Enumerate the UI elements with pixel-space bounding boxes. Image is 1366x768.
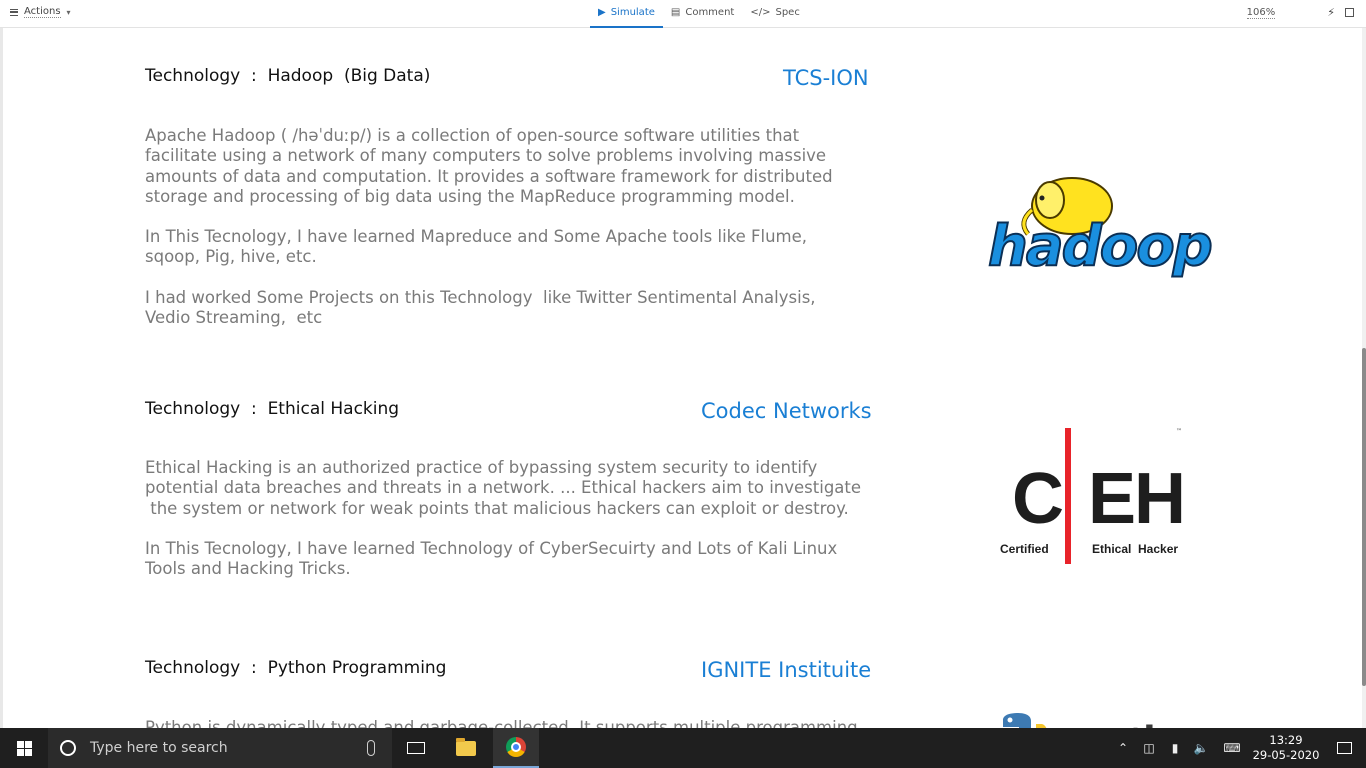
vertical-scrollbar[interactable] (1362, 28, 1366, 728)
ceh-tm: ™ (1176, 428, 1182, 435)
ceh-caption-ethical-hacker: Ethical Hacker (1092, 542, 1179, 556)
python-logo (1002, 713, 1047, 728)
start-button[interactable] (0, 728, 48, 768)
ceh-letter-h: H (1134, 459, 1186, 539)
task-view-button[interactable] (393, 728, 439, 768)
python-logo-block: python (988, 711, 1238, 728)
zoom-level[interactable]: 106% (1246, 7, 1276, 19)
windows-taskbar: Type here to search ⌃ ◫ ▮ 🔈 ⌨ 13:29 29-0… (0, 728, 1366, 768)
lightning-icon[interactable]: ⚡ (1327, 6, 1335, 19)
ceh-letter-e: E (1088, 459, 1137, 539)
task-view-icon (407, 742, 425, 754)
toolbar-right: 106% ⚡ (1246, 6, 1354, 19)
tab-comment-label: Comment (685, 7, 735, 18)
code-icon: </> (750, 7, 771, 18)
chevron-up-icon[interactable]: ⌃ (1110, 741, 1136, 755)
actions-menu[interactable]: Actions ▾ (10, 6, 71, 18)
volume-icon[interactable]: 🔈 (1188, 741, 1214, 755)
prototype-canvas: Technology : Hadoop (Big Data) TCS-ION A… (0, 28, 1362, 728)
python-wordmark: python (1074, 715, 1227, 728)
network-icon[interactable]: ◫ (1136, 741, 1162, 755)
cortana-icon (60, 740, 76, 756)
hadoop-description: Apache Hadoop ( /həˈduːp/) is a collecti… (145, 126, 833, 206)
tab-simulate[interactable]: ▶ Simulate (590, 0, 663, 28)
chevron-down-icon: ▾ (66, 7, 71, 17)
chrome-icon (506, 737, 526, 757)
action-center-button[interactable] (1322, 728, 1366, 768)
clock[interactable]: 13:29 29-05-2020 (1250, 733, 1322, 763)
mode-tabs: ▶ Simulate ▤ Comment </> Spec (590, 0, 808, 28)
tab-spec[interactable]: </> Spec (742, 0, 808, 28)
scrollbar-thumb[interactable] (1362, 348, 1366, 686)
keyboard-icon[interactable]: ⌨ (1214, 741, 1250, 755)
folder-icon (456, 737, 476, 756)
hadoop-logo: hadoop (987, 170, 1228, 282)
windows-icon (16, 740, 32, 756)
microphone-icon[interactable] (367, 740, 375, 756)
actions-label: Actions (24, 6, 61, 18)
org-codec-networks: Codec Networks (701, 399, 872, 423)
system-tray: ⌃ ◫ ▮ 🔈 ⌨ 13:29 29-05-2020 (1110, 728, 1366, 768)
notification-icon (1336, 742, 1352, 754)
taskbar-search-box[interactable]: Type here to search (48, 728, 392, 768)
section-title-python: Technology : Python Programming (145, 658, 447, 678)
hadoop-learned: In This Tecnology, I have learned Mapred… (145, 227, 808, 267)
battery-icon[interactable]: ▮ (1162, 741, 1188, 755)
clock-date: 29-05-2020 (1252, 748, 1320, 762)
hacking-learned: In This Tecnology, I have learned Techno… (145, 539, 838, 579)
tab-spec-label: Spec (775, 7, 800, 18)
ceh-letter-c: C (1012, 459, 1064, 539)
python-description: Python is dynamically typed and garbage-… (145, 718, 858, 728)
search-placeholder: Type here to search (90, 740, 228, 756)
ceh-red-bar (1065, 428, 1071, 564)
fullscreen-icon[interactable] (1345, 8, 1354, 17)
hadoop-projects: I had worked Some Projects on this Techn… (145, 288, 816, 328)
section-title-hadoop: Technology : Hadoop (Big Data) (145, 66, 431, 86)
clock-time: 13:29 (1269, 733, 1303, 747)
org-tcs-ion: TCS-ION (783, 66, 869, 90)
tab-comment[interactable]: ▤ Comment (663, 0, 742, 28)
hacking-description: Ethical Hacking is an authorized practic… (145, 458, 862, 518)
chrome-button[interactable] (493, 728, 539, 768)
play-icon: ▶ (598, 7, 606, 18)
file-explorer-button[interactable] (443, 728, 489, 768)
comment-icon: ▤ (670, 7, 681, 18)
ceh-caption-certified: Certified (1000, 542, 1049, 556)
hadoop-wordmark: hadoop (987, 213, 1214, 280)
hamburger-icon (10, 8, 18, 16)
tab-simulate-label: Simulate (610, 7, 655, 18)
top-toolbar: Actions ▾ ▶ Simulate ▤ Comment </> Spec … (0, 0, 1366, 28)
org-ignite-instituite: IGNITE Instituite (701, 658, 872, 682)
section-title-ethical-hacking: Technology : Ethical Hacking (145, 399, 400, 419)
ceh-logo: C E H Certified Ethical Hacker ™ (998, 428, 1188, 564)
